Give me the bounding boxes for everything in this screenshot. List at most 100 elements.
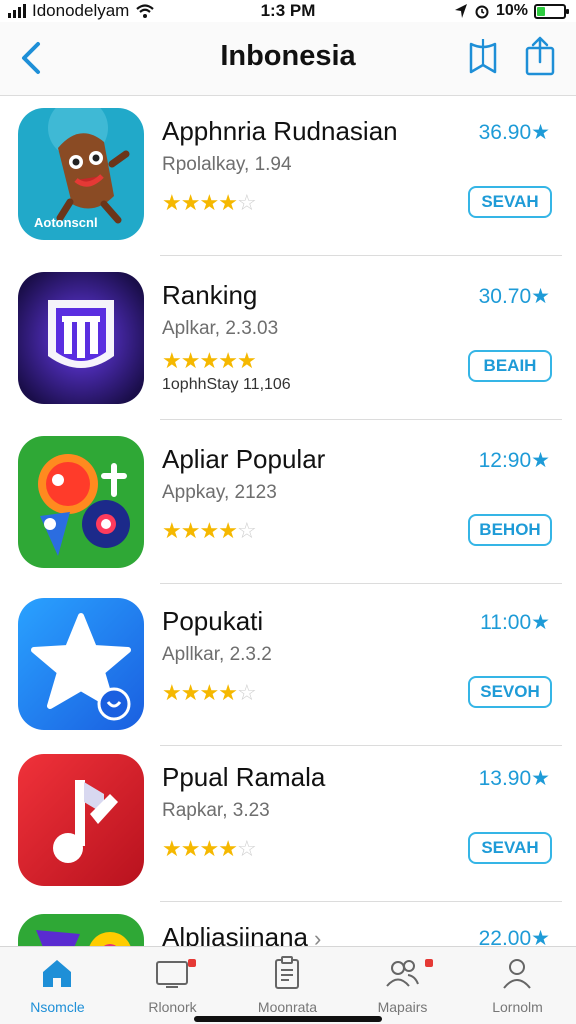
- app-list[interactable]: Aotonscnl Apphnria Rudnasian Rpolalkay, …: [0, 96, 576, 946]
- star-filled-icon: ★: [218, 190, 238, 215]
- home-indicator[interactable]: [194, 1016, 382, 1022]
- tab-label: Nsomcle: [30, 999, 85, 1015]
- star-rating: ★★★★☆: [162, 190, 257, 216]
- app-name[interactable]: Ppual Ramala: [162, 762, 325, 793]
- star-icon[interactable]: [18, 598, 144, 730]
- app-name[interactable]: Popukati: [162, 606, 263, 637]
- star-rating: ★★★★★: [162, 348, 257, 374]
- star-filled-icon: ★: [199, 190, 219, 215]
- app-subtitle: Rapkar, 3.23: [162, 800, 270, 821]
- get-button[interactable]: SEVAH: [468, 832, 552, 864]
- get-button[interactable]: BEHOH: [468, 514, 552, 546]
- chevron-right-icon: ›: [313, 926, 322, 946]
- home-icon: [43, 960, 71, 987]
- star-rating: ★★★★☆: [162, 680, 257, 706]
- star-filled-icon: ★: [162, 348, 182, 373]
- tab-label: Rlonork: [148, 999, 197, 1015]
- star-filled-icon: ★: [180, 836, 201, 861]
- app-subtitle: Aplkar, 2.3.03: [162, 318, 279, 339]
- tab-label: Moonrata: [257, 999, 318, 1015]
- app-extra-info: 1ophhStay 11,106: [162, 376, 291, 393]
- app-name[interactable]: Alpliasiinana ›: [162, 922, 321, 946]
- tab-clipboard[interactable]: Moonrata: [230, 947, 345, 1024]
- tab-tv[interactable]: Rlonork: [115, 947, 230, 1024]
- star-filled-icon: ★: [218, 518, 238, 543]
- list-item[interactable]: Ranking Aplkar, 2.3.03 ★★★★★ 1ophhStay 1…: [0, 260, 576, 420]
- get-button[interactable]: BEAIH: [468, 350, 552, 382]
- person-icon: [503, 959, 531, 989]
- divider: [160, 583, 562, 584]
- app-name[interactable]: Apphnria Rudnasian: [162, 116, 398, 147]
- list-item[interactable]: Apliar Popular Appkay, 2123 ★★★★☆ 12:90★…: [0, 424, 576, 584]
- star-filled-icon: ★: [180, 190, 201, 215]
- app-price: 11:00★: [480, 611, 550, 634]
- star-filled-icon: ★: [162, 680, 182, 705]
- app-price: 13.90★: [478, 767, 550, 790]
- star-filled-icon: ★: [180, 680, 201, 705]
- star-filled-icon: ★: [199, 836, 219, 861]
- battery-fill: [537, 6, 545, 16]
- bookmark-icon[interactable]: [466, 36, 500, 76]
- star-filled-icon: ★: [218, 680, 238, 705]
- app-subtitle: Apllkar, 2.3.2: [162, 644, 272, 665]
- app-name-text: Alpliasiinana: [162, 922, 308, 946]
- character-icon[interactable]: Aotonscnl: [18, 108, 144, 240]
- app-subtitle: Rpolalkay, 1.94: [162, 154, 292, 175]
- star-filled-icon: ★: [218, 836, 238, 861]
- share-icon[interactable]: [522, 36, 558, 76]
- app-price: 36.90★: [478, 121, 550, 144]
- list-item[interactable]: Alpliasiinana › 22.00★: [0, 902, 576, 946]
- navigation-bar: Inbonesia: [0, 22, 576, 96]
- star-filled-icon: ★: [236, 348, 257, 373]
- tab-people[interactable]: Mapairs: [345, 947, 460, 1024]
- star-empty-icon: ☆: [236, 518, 257, 543]
- alarm-icon: [475, 5, 489, 19]
- star-filled-icon: ★: [162, 190, 182, 215]
- notification-badge: [425, 959, 433, 967]
- star-filled-icon: ★: [199, 680, 219, 705]
- location-icon: [454, 4, 467, 18]
- tab-label: Lornolm: [492, 999, 543, 1015]
- tab-bar: Nsomcle Rlonork Moonrata Mapairs Lornolm: [0, 946, 576, 1024]
- get-button[interactable]: SEVAH: [468, 186, 552, 218]
- app-price: 22.00★: [478, 927, 550, 946]
- app-name[interactable]: Apliar Popular: [162, 444, 325, 475]
- battery-percent: 10%: [495, 2, 528, 19]
- divider: [160, 419, 562, 420]
- bubbles-icon[interactable]: [18, 436, 144, 568]
- star-filled-icon: ★: [162, 836, 182, 861]
- tv-icon: [156, 961, 188, 988]
- get-button[interactable]: SEVOH: [468, 676, 552, 708]
- shield-icon[interactable]: [18, 272, 144, 404]
- star-rating: ★★★★☆: [162, 518, 257, 544]
- star-filled-icon: ★: [199, 348, 219, 373]
- star-filled-icon: ★: [218, 348, 238, 373]
- tab-profile[interactable]: Lornolm: [460, 947, 575, 1024]
- list-item[interactable]: Ppual Ramala Rapkar, 3.23 ★★★★☆ 13.90★ S…: [0, 742, 576, 902]
- star-filled-icon: ★: [180, 348, 201, 373]
- tab-home[interactable]: Nsomcle: [0, 947, 115, 1024]
- clipboard-icon: [275, 956, 299, 989]
- list-item[interactable]: Aotonscnl Apphnria Rudnasian Rpolalkay, …: [0, 96, 576, 256]
- tab-label: Mapairs: [377, 999, 428, 1015]
- star-empty-icon: ☆: [236, 680, 257, 705]
- icon-caption: Aotonscnl: [34, 215, 98, 230]
- star-filled-icon: ★: [180, 518, 201, 543]
- star-empty-icon: ☆: [236, 190, 257, 215]
- status-bar: Idonodelyam 1:3 PM 10%: [0, 0, 576, 22]
- star-filled-icon: ★: [162, 518, 182, 543]
- star-rating: ★★★★☆: [162, 836, 257, 862]
- app-subtitle: Appkay, 2123: [162, 482, 277, 503]
- app-name[interactable]: Ranking: [162, 280, 257, 311]
- star-filled-icon: ★: [199, 518, 219, 543]
- list-item[interactable]: Popukati Apllkar, 2.3.2 ★★★★☆ 11:00★ SEV…: [0, 586, 576, 746]
- status-right: 10%: [454, 0, 569, 22]
- app-price: 30.70★: [478, 285, 550, 308]
- notification-badge: [188, 959, 196, 967]
- app-price: 12:90★: [478, 449, 550, 472]
- triangle-art-icon[interactable]: [18, 914, 144, 946]
- battery-icon: [534, 3, 569, 19]
- divider: [160, 255, 562, 256]
- people-icon: [386, 960, 419, 987]
- music-note-icon[interactable]: [18, 754, 144, 886]
